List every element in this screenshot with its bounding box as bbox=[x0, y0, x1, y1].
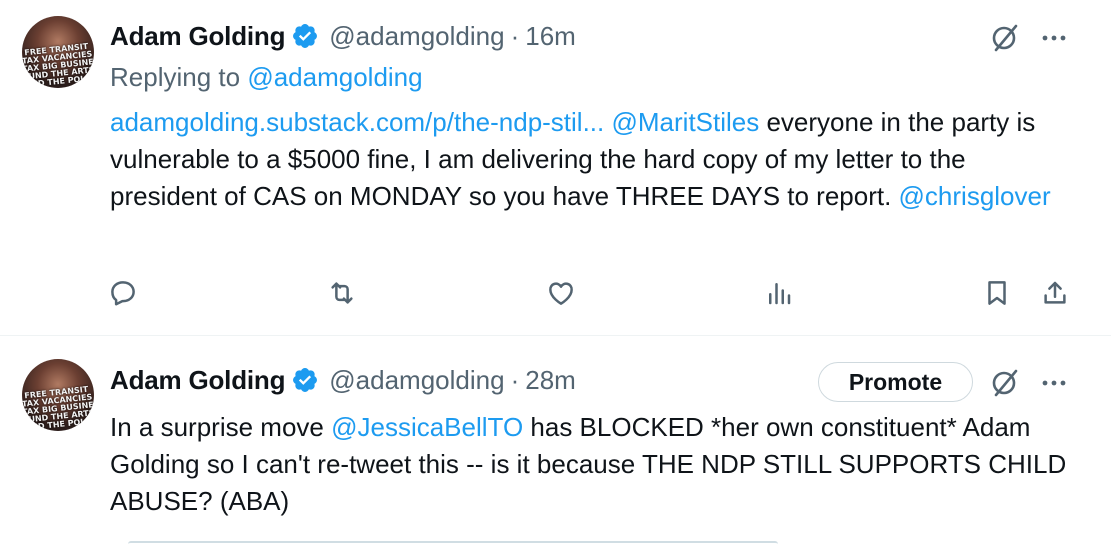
replying-to: Replying to @adamgolding bbox=[110, 62, 423, 93]
avatar[interactable]: FREE TRANSIT TAX VACANCIES TAX BIG BUSIN… bbox=[22, 359, 94, 431]
author-name[interactable]: Adam Golding bbox=[110, 21, 285, 52]
mention-jessicabellto[interactable]: @JessicaBellTO bbox=[331, 412, 523, 442]
author-handle[interactable]: @adamgolding bbox=[329, 21, 504, 52]
bookmark-icon[interactable] bbox=[982, 278, 1016, 312]
tweet-text: adamgolding.substack.com/p/the-ndp-stil.… bbox=[110, 104, 1070, 215]
more-dots-icon[interactable] bbox=[1036, 365, 1072, 401]
avatar-text: FREE TRANSIT TAX VACANCIES TAX BIG BUSIN… bbox=[22, 41, 94, 88]
timestamp[interactable]: 16m bbox=[525, 21, 576, 52]
tweet-actions bbox=[0, 278, 1111, 312]
grok-icon[interactable] bbox=[987, 365, 1023, 401]
reply-icon[interactable] bbox=[108, 278, 142, 312]
tweet-header: Adam Golding @adamgolding · 28m bbox=[110, 364, 576, 396]
timestamp[interactable]: 28m bbox=[525, 365, 576, 396]
replying-prefix: Replying to bbox=[110, 62, 241, 92]
replying-to-handle[interactable]: @adamgolding bbox=[247, 62, 422, 92]
tweet-text: In a surprise move @JessicaBellTO has BL… bbox=[110, 409, 1070, 520]
more-dots-icon[interactable] bbox=[1036, 20, 1072, 56]
like-icon[interactable] bbox=[546, 278, 580, 312]
avatar-text: FREE TRANSIT TAX VACANCIES TAX BIG BUSIN… bbox=[22, 384, 94, 431]
author-handle[interactable]: @adamgolding bbox=[329, 365, 504, 396]
views-icon[interactable] bbox=[764, 278, 798, 312]
tweet-1[interactable]: FREE TRANSIT TAX VACANCIES TAX BIG BUSIN… bbox=[0, 0, 1111, 336]
tweet-header: Adam Golding @adamgolding · 16m bbox=[110, 20, 576, 52]
share-icon[interactable] bbox=[1040, 278, 1074, 312]
mention-maritstiles[interactable]: @MaritStiles bbox=[612, 107, 760, 137]
substack-link[interactable]: adamgolding.substack.com/p/the-ndp-stil.… bbox=[110, 107, 604, 137]
avatar[interactable]: FREE TRANSIT TAX VACANCIES TAX BIG BUSIN… bbox=[22, 16, 94, 88]
separator: · bbox=[510, 20, 520, 51]
grok-icon[interactable] bbox=[987, 20, 1023, 56]
promote-button[interactable]: Promote bbox=[818, 362, 973, 402]
author-name[interactable]: Adam Golding bbox=[110, 365, 285, 396]
verified-badge-icon[interactable] bbox=[291, 366, 319, 394]
repost-icon[interactable] bbox=[327, 278, 361, 312]
mention-chrisglover[interactable]: @chrisglover bbox=[899, 181, 1051, 211]
separator: · bbox=[510, 364, 520, 395]
verified-badge-icon[interactable] bbox=[291, 22, 319, 50]
tweet-2[interactable]: FREE TRANSIT TAX VACANCIES TAX BIG BUSIN… bbox=[0, 337, 1111, 544]
tweet-text-part: In a surprise move bbox=[110, 412, 332, 442]
